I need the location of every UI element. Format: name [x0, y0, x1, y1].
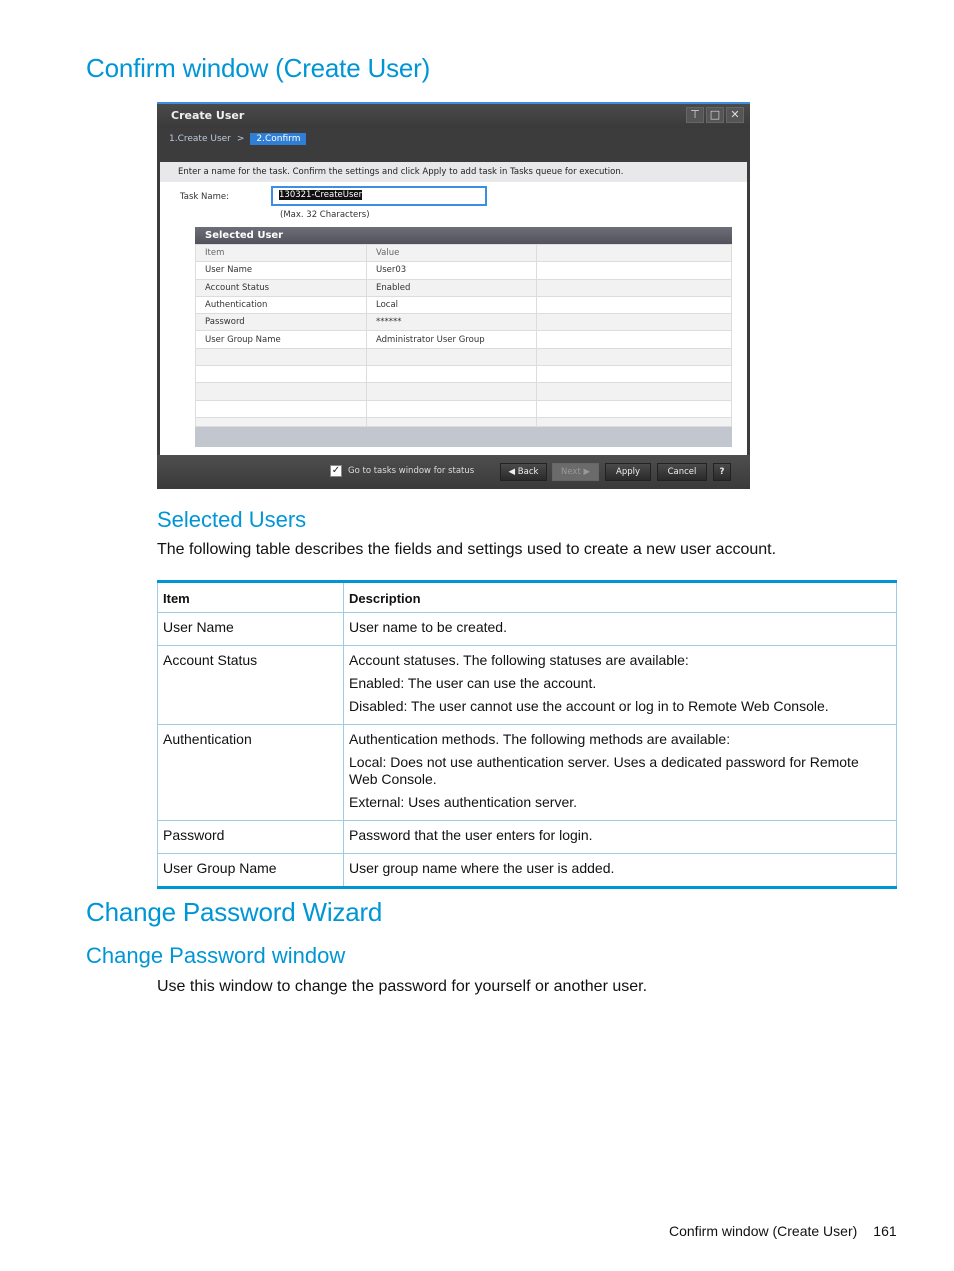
column-header-item[interactable]: Item — [195, 243, 367, 263]
column-header-value[interactable]: Value — [366, 243, 537, 263]
description-line: User group name where the user is added. — [349, 860, 615, 876]
heading-selected-users: Selected Users — [157, 507, 307, 532]
selected-users-intro: The following table describes the fields… — [157, 541, 777, 558]
close-icon[interactable]: ✕ — [726, 107, 744, 123]
selected-user-panel: Selected User Item Value User Name User0… — [195, 227, 732, 447]
empty-row — [195, 416, 732, 427]
description-line: Account statuses. The following statuses… — [349, 652, 689, 668]
table-row: Authentication Authentication methods. T… — [157, 724, 897, 821]
cancel-button[interactable]: Cancel — [657, 463, 707, 481]
row-value: User03 — [366, 261, 537, 280]
row-item: Authentication — [195, 295, 367, 315]
table-row: User Name User name to be created. — [157, 612, 897, 646]
empty-row — [195, 347, 732, 367]
description-line: User name to be created. — [349, 619, 507, 635]
dialog-body: Enter a name for the task. Confirm the s… — [160, 162, 747, 455]
empty-row — [195, 382, 732, 401]
table-row: User Name User03 — [195, 261, 732, 280]
step-create-user[interactable]: 1.Create User — [169, 134, 231, 144]
description-line: Disabled: The user cannot use the accoun… — [349, 698, 829, 714]
column-header-description: Description — [343, 581, 897, 613]
step-separator: > — [236, 134, 245, 144]
selected-user-title: Selected User — [195, 227, 732, 244]
go-to-tasks-label: Go to tasks window for status — [348, 466, 475, 476]
row-item: User Group Name — [157, 853, 344, 888]
table-row: Account Status Enabled — [195, 278, 732, 297]
row-value: Local — [366, 295, 537, 315]
task-name-hint: (Max. 32 Characters) — [280, 210, 370, 220]
selected-user-table-footer — [195, 426, 732, 447]
description-line: External: Uses authentication server. — [349, 794, 578, 810]
row-description: User group name where the user is added. — [343, 853, 897, 888]
table-row: Password Password that the user enters f… — [157, 820, 897, 854]
dialog-title: Create User — [171, 109, 245, 122]
heading-change-password-wizard: Change Password Wizard — [86, 897, 383, 927]
go-to-tasks-checkbox[interactable]: ✓ — [330, 465, 342, 477]
selected-users-table: Item Description User Name User name to … — [157, 580, 897, 889]
pin-icon[interactable]: ⊤ — [686, 107, 704, 123]
create-user-dialog: Create User ⊤ □ ✕ 1.Create User > 2.Conf… — [157, 102, 750, 489]
wizard-steps: 1.Create User > 2.Confirm — [169, 133, 307, 145]
description-line: Local: Does not use authentication serve… — [349, 754, 859, 787]
description-line: Password that the user enters for login. — [349, 827, 593, 843]
page-footer: Confirm window (Create User) 161 — [669, 1223, 897, 1239]
table-header-row: Item Value — [195, 243, 732, 263]
row-item: User Name — [195, 261, 367, 280]
dialog-footer: ✓ Go to tasks window for status ◀ Back N… — [157, 455, 750, 489]
next-button[interactable]: Next ▶ — [552, 463, 599, 481]
row-item: User Group Name — [195, 330, 367, 349]
back-button[interactable]: ◀ Back — [500, 463, 547, 481]
row-description: User name to be created. — [343, 612, 897, 646]
change-password-intro: Use this window to change the password f… — [157, 978, 648, 995]
row-description: Authentication methods. The following me… — [343, 724, 897, 821]
selected-user-table: Item Value User Name User03 Account Stat… — [195, 243, 732, 427]
row-description: Password that the user enters for login. — [343, 820, 897, 854]
maximize-icon[interactable]: □ — [706, 107, 724, 123]
table-header-row: Item Description — [157, 581, 897, 613]
row-description: Account statuses. The following statuses… — [343, 645, 897, 725]
row-item: User Name — [157, 612, 344, 646]
apply-button[interactable]: Apply — [605, 463, 651, 481]
row-item: Account Status — [157, 645, 344, 725]
description-line: Enabled: The user can use the account. — [349, 675, 597, 691]
row-item: Account Status — [195, 278, 367, 297]
step-confirm[interactable]: 2.Confirm — [250, 133, 307, 145]
empty-row — [195, 399, 732, 418]
column-header-empty — [536, 243, 732, 263]
table-row: User Group Name Administrator User Group — [195, 330, 732, 349]
page-number: 161 — [873, 1223, 897, 1239]
task-name-label: Task Name: — [180, 192, 229, 202]
help-button[interactable]: ? — [713, 463, 731, 481]
row-item: Password — [157, 820, 344, 854]
footer-section-title: Confirm window (Create User) — [669, 1223, 858, 1239]
table-row: Authentication Local — [195, 295, 732, 315]
heading-confirm-window: Confirm window (Create User) — [86, 53, 431, 83]
row-value: Administrator User Group — [366, 330, 537, 349]
table-row: Password ****** — [195, 313, 732, 332]
column-header-item: Item — [157, 581, 344, 613]
table-row: User Group Name User group name where th… — [157, 853, 897, 888]
table-row: Account Status Account statuses. The fol… — [157, 645, 897, 725]
row-item: Authentication — [157, 724, 344, 821]
heading-change-password-window: Change Password window — [86, 943, 346, 968]
row-item: Password — [195, 313, 367, 332]
row-value: Enabled — [366, 278, 537, 297]
task-name-input[interactable]: 130321-CreateUser — [271, 186, 487, 206]
row-value: ****** — [366, 313, 537, 332]
dialog-instruction: Enter a name for the task. Confirm the s… — [160, 162, 747, 182]
description-line: Authentication methods. The following me… — [349, 731, 731, 747]
dialog-title-bar: Create User ⊤ □ ✕ — [157, 104, 750, 128]
empty-row — [195, 365, 732, 384]
task-name-value: 130321-CreateUser — [279, 190, 363, 200]
